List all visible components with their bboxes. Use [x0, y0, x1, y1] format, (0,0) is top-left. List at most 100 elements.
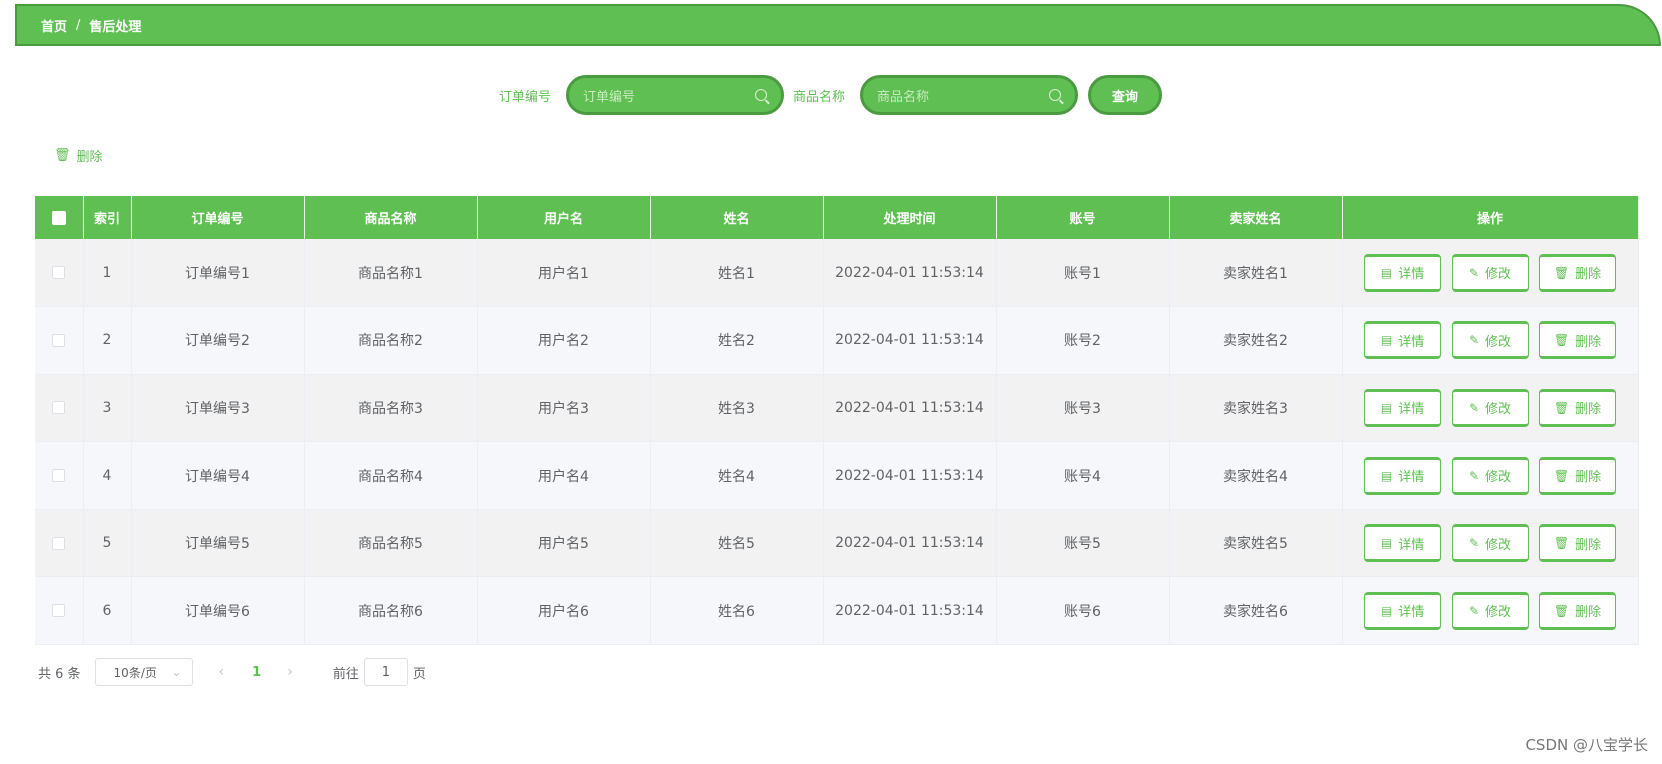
row-checkbox[interactable]	[52, 401, 66, 415]
cell-product-name: 商品名称2	[304, 306, 478, 375]
pencil-icon: ✎	[1468, 333, 1480, 348]
header-name: 姓名	[650, 196, 824, 239]
cell-index: 3	[83, 374, 132, 443]
row-checkbox[interactable]	[52, 333, 66, 347]
page-size-select[interactable]: 10条/页 ⌄	[94, 658, 193, 686]
pencil-icon: ✎	[1468, 603, 1480, 618]
cell-actions: ▤ 详情 ✎ 修改 🗑 删除	[1342, 441, 1639, 510]
goto-page-input[interactable]: 1	[363, 658, 408, 686]
cell-actions: ▤ 详情 ✎ 修改 🗑 删除	[1342, 239, 1639, 308]
search-bar: 订单编号 订单编号 商品名称 商品名称 查询	[0, 75, 1662, 115]
row-checkbox[interactable]	[52, 604, 66, 618]
cell-product-name: 商品名称1	[304, 239, 478, 308]
cell-username: 用户名2	[477, 306, 651, 375]
pencil-icon: ✎	[1468, 400, 1480, 415]
pagination-total: 共 6 条	[38, 666, 81, 682]
page-size-value: 10条/页	[113, 665, 157, 680]
document-icon: ▤	[1380, 400, 1393, 415]
cell-name: 姓名1	[650, 239, 824, 308]
cell-account: 账号1	[996, 239, 1170, 308]
header-index: 索引	[83, 196, 132, 239]
row-checkbox[interactable]	[52, 266, 66, 280]
bulk-delete-button[interactable]: 🗑 删除	[54, 146, 103, 165]
cell-process-time: 2022-04-01 11:53:14	[823, 306, 997, 375]
query-button[interactable]: 查询	[1088, 75, 1162, 115]
trash-icon: 🗑	[1553, 333, 1570, 348]
breadcrumb-separator: /	[76, 17, 81, 33]
trash-icon: 🗑	[1553, 468, 1570, 483]
cell-name: 姓名2	[650, 306, 824, 375]
search-icon	[755, 89, 767, 101]
select-all-header[interactable]	[35, 196, 84, 239]
row-checkbox[interactable]	[52, 469, 66, 483]
cell-product-name: 商品名称4	[304, 441, 478, 510]
header-process-time: 处理时间	[823, 196, 997, 239]
detail-button[interactable]: ▤ 详情	[1364, 321, 1442, 360]
detail-button[interactable]: ▤ 详情	[1364, 388, 1442, 427]
delete-button[interactable]: 🗑 删除	[1538, 388, 1616, 427]
cell-order-no: 订单编号2	[131, 306, 305, 375]
trash-icon: 🗑	[1553, 400, 1570, 415]
prev-page-button[interactable]: ‹	[219, 664, 225, 680]
edit-button[interactable]: ✎ 修改	[1451, 321, 1529, 360]
delete-button[interactable]: 🗑 删除	[1538, 253, 1616, 292]
product-name-label: 商品名称	[793, 90, 846, 105]
cell-product-name: 商品名称3	[304, 374, 478, 443]
header-order-no: 订单编号	[131, 196, 305, 239]
edit-button[interactable]: ✎ 修改	[1451, 253, 1529, 292]
edit-button[interactable]: ✎ 修改	[1451, 524, 1529, 563]
cell-username: 用户名4	[477, 441, 651, 510]
watermark: CSDN @八宝学长	[1525, 736, 1648, 754]
cell-account: 账号2	[996, 306, 1170, 375]
cell-product-name: 商品名称6	[304, 576, 478, 646]
header-product-name: 商品名称	[304, 196, 478, 239]
edit-button[interactable]: ✎ 修改	[1451, 456, 1529, 495]
breadcrumb-home[interactable]: 首页	[41, 16, 67, 35]
table-header-row: 索引 订单编号 商品名称 用户名 姓名 处理时间 账号 卖家姓名 操作	[35, 196, 1639, 239]
bulk-delete-label: 删除	[76, 150, 103, 165]
next-page-button[interactable]: ›	[287, 664, 293, 680]
cell-process-time: 2022-04-01 11:53:14	[823, 509, 997, 578]
document-icon: ▤	[1380, 468, 1393, 483]
select-all-checkbox[interactable]	[51, 210, 66, 225]
header-seller-name: 卖家姓名	[1169, 196, 1343, 239]
chevron-down-icon: ⌄	[171, 665, 182, 679]
table-row: 3 订单编号3 商品名称3 用户名3 姓名3 2022-04-01 11:53:…	[35, 374, 1639, 443]
delete-button[interactable]: 🗑 删除	[1538, 591, 1616, 630]
table-row: 5 订单编号5 商品名称5 用户名5 姓名5 2022-04-01 11:53:…	[35, 509, 1639, 578]
cell-index: 5	[83, 509, 132, 578]
header-account: 账号	[996, 196, 1170, 239]
pencil-icon: ✎	[1468, 265, 1480, 280]
delete-button[interactable]: 🗑 删除	[1538, 524, 1616, 563]
cell-actions: ▤ 详情 ✎ 修改 🗑 删除	[1342, 306, 1639, 375]
delete-button[interactable]: 🗑 删除	[1538, 456, 1616, 495]
order-no-input[interactable]: 订单编号	[566, 75, 784, 115]
detail-button[interactable]: ▤ 详情	[1364, 253, 1442, 292]
cell-process-time: 2022-04-01 11:53:14	[823, 374, 997, 443]
detail-button[interactable]: ▤ 详情	[1364, 591, 1442, 630]
table-row: 4 订单编号4 商品名称4 用户名4 姓名4 2022-04-01 11:53:…	[35, 441, 1639, 510]
header-username: 用户名	[477, 196, 651, 239]
goto-suffix: 页	[412, 666, 426, 682]
cell-account: 账号5	[996, 509, 1170, 578]
cell-product-name: 商品名称5	[304, 509, 478, 578]
cell-name: 姓名6	[650, 576, 824, 646]
cell-seller-name: 卖家姓名4	[1169, 441, 1343, 510]
cell-order-no: 订单编号6	[131, 576, 305, 646]
pagination: 共 6 条 10条/页 ⌄ ‹ 1 › 前往 1 页	[38, 658, 426, 686]
current-page-number[interactable]: 1	[252, 665, 261, 680]
delete-button[interactable]: 🗑 删除	[1538, 321, 1616, 360]
row-checkbox[interactable]	[52, 536, 66, 550]
detail-button[interactable]: ▤ 详情	[1364, 456, 1442, 495]
cell-process-time: 2022-04-01 11:53:14	[823, 441, 997, 510]
after-sales-table: 索引 订单编号 商品名称 用户名 姓名 处理时间 账号 卖家姓名 操作 1 订单…	[35, 196, 1639, 646]
product-name-input[interactable]: 商品名称	[860, 75, 1078, 115]
edit-button[interactable]: ✎ 修改	[1451, 591, 1529, 630]
edit-button[interactable]: ✎ 修改	[1451, 388, 1529, 427]
product-name-placeholder: 商品名称	[877, 89, 930, 105]
cell-username: 用户名6	[477, 576, 651, 646]
detail-button[interactable]: ▤ 详情	[1364, 524, 1442, 563]
trash-icon: 🗑	[54, 148, 71, 163]
trash-icon: 🗑	[1553, 265, 1570, 280]
cell-username: 用户名1	[477, 239, 651, 308]
